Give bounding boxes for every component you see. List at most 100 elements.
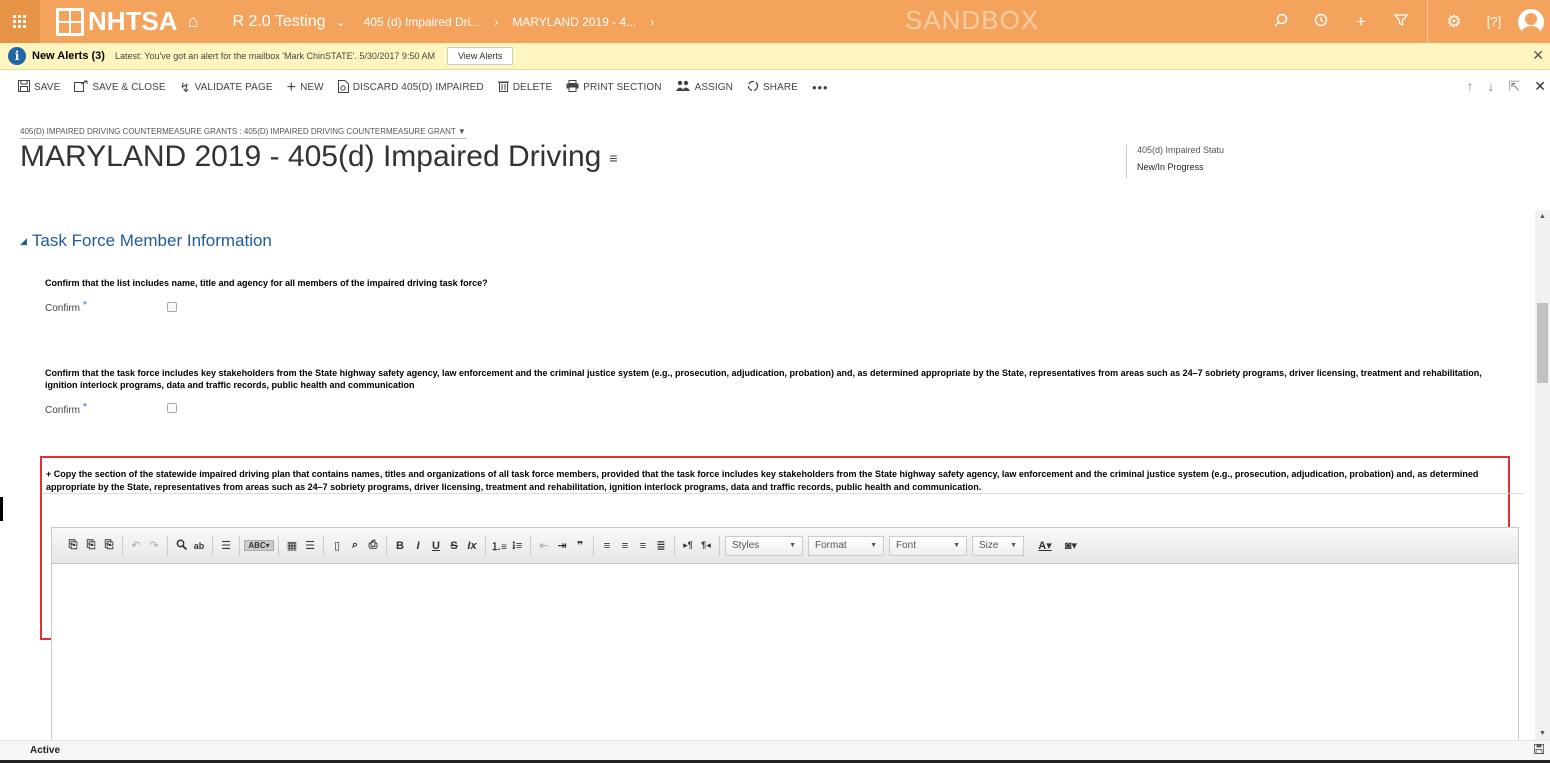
print-icon[interactable]: ⎙ [364,539,382,552]
bold-icon[interactable]: B [391,540,409,552]
form-selector[interactable]: 405(D) IMPAIRED DRIVING COUNTERMEASURE G… [20,127,466,139]
area-selector[interactable]: R 2.0 Testing ⌄ [232,13,345,31]
styles-dropdown[interactable]: Styles ▼ [725,535,803,556]
logo-emblem-icon [56,7,84,36]
filter-icon[interactable] [1381,12,1421,32]
help-icon[interactable]: [?] [1474,14,1514,29]
recent-history-icon[interactable] [1301,12,1341,32]
select-all-icon[interactable]: ☰ [217,539,235,552]
outdent-icon[interactable]: ⇤ [535,539,553,552]
scrollbar-thumb[interactable] [1537,303,1548,383]
record-navigation: ↑ ↓ ⇱ ✕ [1467,78,1546,95]
scroll-up-icon[interactable]: ▲ [1539,213,1546,220]
validate-page-button[interactable]: ↯ VALIDATE PAGE [180,80,273,96]
redo-icon[interactable]: ↷ [145,539,163,552]
strikethrough-icon[interactable]: S [445,540,463,552]
size-label: Size [979,540,999,551]
direction-group: ▸¶ ¶◂ [675,535,720,556]
page-title-text: MARYLAND 2019 - 405(d) Impaired Driving [20,140,602,173]
page-title: MARYLAND 2019 - 405(d) Impaired Driving ≡ [20,140,618,174]
search-icon[interactable] [1261,12,1301,32]
more-commands-button[interactable]: ••• [812,80,829,95]
arrow-down-icon[interactable]: ↓ [1488,78,1495,95]
editor-content-area[interactable] [52,564,1518,764]
numbered-list-icon[interactable]: ⒈≡ [490,538,508,553]
document-group: ▯ ⌕ ⎙ [324,535,387,556]
status-field-label: 405(d) Impaired Statu [1137,145,1225,155]
align-left-icon[interactable]: ≡ [598,540,616,552]
status-field-value[interactable]: New/In Progress [1137,162,1237,172]
validate-label: VALIDATE PAGE [194,82,273,93]
share-icon [747,80,759,95]
chevron-down-icon: ▼ [953,542,960,549]
close-record-icon[interactable]: ✕ [1534,78,1546,95]
brand-logo[interactable]: NHTSA ⌂ [56,6,198,37]
popout-icon[interactable]: ⇱ [1509,78,1521,95]
assign-button[interactable]: ASSIGN [675,80,733,95]
background-color-icon[interactable]: ◙▾ [1058,539,1084,552]
rtl-icon[interactable]: ¶◂ [697,540,715,551]
find-icon[interactable] [172,539,190,553]
arrow-up-icon[interactable]: ↑ [1467,78,1474,95]
share-button[interactable]: SHARE [747,80,798,95]
indent-icon[interactable]: ⇥ [553,539,571,552]
text-color-icon[interactable]: A▾ [1032,539,1058,552]
size-dropdown[interactable]: Size ▼ [972,535,1024,556]
table-icon[interactable]: ▦ [283,539,301,552]
save-icon[interactable] [1534,744,1544,757]
confirm-checkbox-1[interactable] [167,302,177,312]
font-dropdown[interactable]: Font ▼ [889,535,967,556]
ltr-icon[interactable]: ▸¶ [679,540,697,551]
justify-icon[interactable]: ≣ [652,539,670,552]
divider [44,493,1524,494]
section-header[interactable]: ◢ Task Force Member Information [20,231,272,251]
paste-word-icon[interactable]: ⎘ [100,539,118,552]
chevron-right-icon[interactable]: › [650,15,654,29]
collapse-triangle-icon[interactable]: ◢ [20,236,27,247]
avatar[interactable] [1518,8,1544,35]
remove-format-icon[interactable]: Ix [463,540,481,552]
bulleted-list-icon[interactable]: ⁝≡ [508,539,526,552]
print-section-button[interactable]: PRINT SECTION [566,80,662,95]
insert-group: ▦ ☰ [279,535,324,556]
close-icon[interactable]: ✕ [1532,47,1544,64]
align-center-icon[interactable]: ≡ [616,540,634,552]
blockquote-icon[interactable]: ❞ [571,539,589,552]
horizontal-line-icon[interactable]: ☰ [301,539,319,552]
status-footer: Active [0,740,1550,760]
gear-icon[interactable]: ⚙ [1434,12,1474,32]
underline-icon[interactable]: U [427,540,445,552]
discard-button[interactable]: DISCARD 405(D) IMPAIRED [337,79,484,96]
new-page-icon[interactable]: ▯ [328,539,346,552]
breadcrumb-record[interactable]: MARYLAND 2019 - 4... [512,15,636,29]
confirm-checkbox-2[interactable] [167,403,177,413]
save-button[interactable]: SAVE [18,80,60,95]
scroll-down-icon[interactable]: ▼ [1539,730,1546,737]
save-close-button[interactable]: SAVE & CLOSE [74,80,166,95]
assign-users-icon [675,80,691,95]
brand-name: NHTSA [88,6,178,36]
undo-icon[interactable]: ↶ [127,539,145,552]
italic-icon[interactable]: I [409,540,427,552]
format-dropdown[interactable]: Format ▼ [808,535,884,556]
indent-group: ⇤ ⇥ ❞ [531,535,594,556]
paste-icon[interactable]: ⎘ [64,539,82,552]
question-1: Confirm that the list includes name, tit… [45,278,488,288]
new-button[interactable]: + NEW [287,79,324,97]
hamburger-menu-icon[interactable]: ≡ [609,150,617,166]
alert-title[interactable]: New Alerts (3) [32,50,105,62]
paste-text-icon[interactable]: ⎘ [82,539,100,552]
replace-icon[interactable]: ab [190,541,208,551]
spellcheck-icon[interactable]: ABC▾ [244,540,274,551]
preview-icon[interactable]: ⌕ [346,539,364,552]
home-icon[interactable]: ⌂ [188,11,199,32]
vertical-scrollbar[interactable]: ▲ ▼ [1535,210,1550,740]
edge-marker [0,497,3,521]
view-alerts-button[interactable]: View Alerts [446,47,514,65]
breadcrumb-entity[interactable]: 405 (d) Impaired Dri... [364,15,481,29]
create-icon[interactable]: + [1341,12,1381,32]
align-right-icon[interactable]: ≡ [634,540,652,552]
app-launcher-button[interactable] [0,0,40,43]
required-indicator: * [83,300,87,311]
delete-button[interactable]: DELETE [497,80,553,95]
